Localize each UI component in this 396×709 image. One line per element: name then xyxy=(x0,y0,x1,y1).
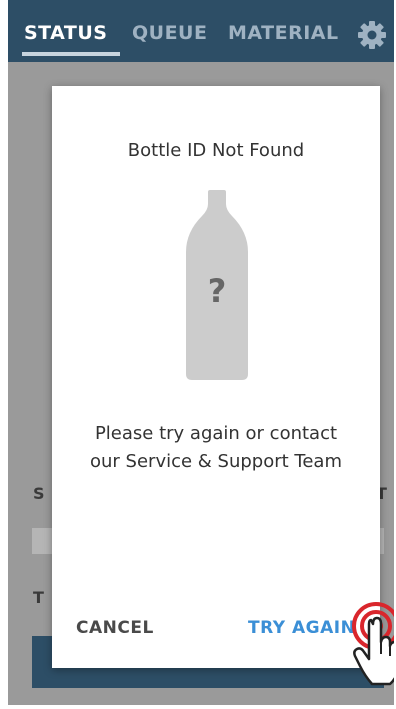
bottle-not-found-dialog: Bottle ID Not Found ? Please try again o… xyxy=(52,86,380,668)
active-tab-indicator xyxy=(22,52,120,56)
top-nav-bar: STATUS QUEUE MATERIAL xyxy=(8,0,394,62)
dialog-message-line: our Service & Support Team xyxy=(90,451,342,472)
tap-pointer-icon xyxy=(352,602,394,686)
bottle-unknown-icon: ? xyxy=(186,190,248,380)
background-text-fragment: T xyxy=(33,588,44,607)
tab-status[interactable]: STATUS xyxy=(24,22,107,44)
try-again-button[interactable]: TRY AGAIN xyxy=(248,618,355,638)
tab-material[interactable]: MATERIAL xyxy=(228,22,339,44)
app-frame: STATUS QUEUE MATERIAL S T T Bottle ID No… xyxy=(8,0,394,705)
tab-queue[interactable]: QUEUE xyxy=(132,22,207,44)
question-mark-glyph: ? xyxy=(208,272,227,310)
cancel-button[interactable]: CANCEL xyxy=(76,618,154,638)
gear-icon[interactable] xyxy=(357,20,387,50)
background-text-fragment: S xyxy=(33,484,45,503)
dialog-message: Please try again or contact our Service … xyxy=(72,420,360,476)
dialog-title: Bottle ID Not Found xyxy=(127,140,305,161)
dialog-message-line: Please try again or contact xyxy=(94,423,338,444)
